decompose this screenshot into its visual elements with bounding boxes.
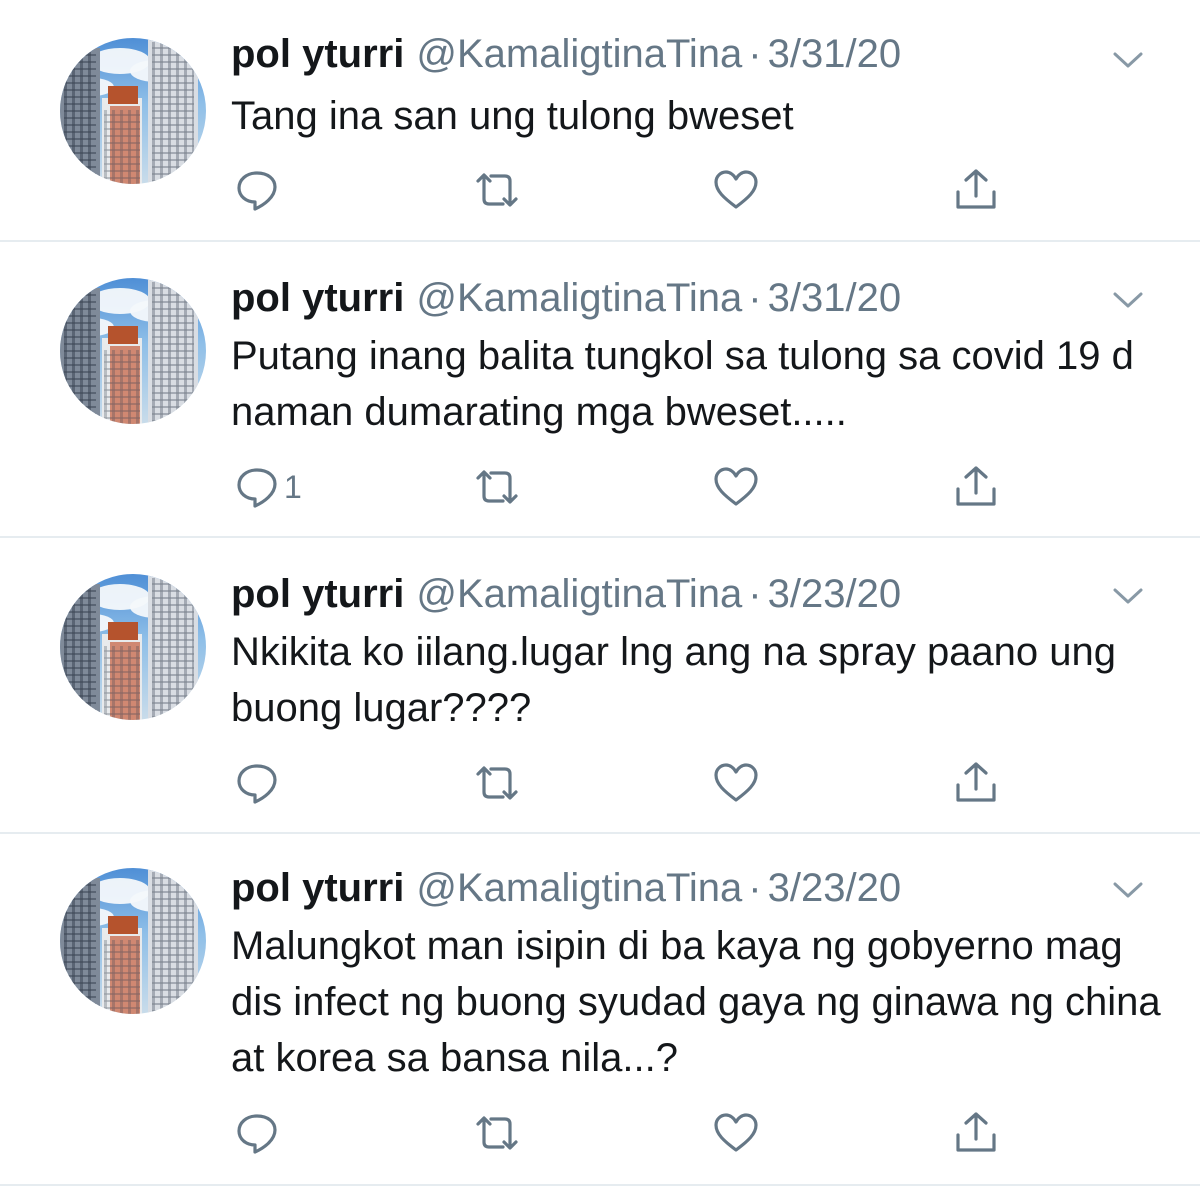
reply-button[interactable] bbox=[234, 758, 284, 808]
share-icon bbox=[952, 1110, 1000, 1156]
reply-icon bbox=[234, 464, 280, 510]
tweet-text: Nkikita ko iilang.lugar lng ang na spray… bbox=[231, 630, 1117, 730]
chevron-down-icon[interactable] bbox=[1112, 880, 1144, 900]
tweet[interactable]: pol yturri @KamaligtinaTina · 3/31/20 Putan… bbox=[0, 242, 1200, 538]
share-icon bbox=[952, 464, 1000, 510]
reply-button[interactable] bbox=[234, 165, 284, 215]
share-icon bbox=[952, 760, 1000, 806]
avatar[interactable] bbox=[60, 868, 206, 1014]
tweet-date[interactable]: 3/23/20 bbox=[768, 866, 901, 910]
retweet-icon bbox=[470, 464, 524, 510]
tweet-header: pol yturri @KamaligtinaTina · 3/31/20 bbox=[231, 274, 901, 322]
chevron-down-icon[interactable] bbox=[1112, 290, 1144, 310]
tweet-actions bbox=[0, 758, 1200, 808]
like-button[interactable] bbox=[712, 1108, 760, 1158]
like-icon bbox=[712, 1110, 760, 1156]
retweet-icon bbox=[470, 760, 524, 806]
tweet[interactable]: pol yturri @KamaligtinaTina · 3/23/20 Malun… bbox=[0, 834, 1200, 1186]
tweet-header: pol yturri @KamaligtinaTina · 3/31/20 bbox=[231, 30, 901, 78]
like-button[interactable] bbox=[712, 462, 760, 512]
tweet-header: pol yturri @KamaligtinaTina · 3/23/20 bbox=[231, 570, 901, 618]
avatar[interactable] bbox=[60, 38, 206, 184]
tweet-actions: 1 bbox=[0, 462, 1200, 512]
like-icon bbox=[712, 167, 760, 213]
reply-icon bbox=[234, 760, 280, 806]
chevron-down-icon[interactable] bbox=[1112, 586, 1144, 606]
separator-dot: · bbox=[748, 32, 762, 76]
tweet[interactable]: pol yturri @KamaligtinaTina · 3/23/20 Nkiki… bbox=[0, 538, 1200, 834]
user-handle[interactable]: @KamaligtinaTina bbox=[416, 572, 742, 616]
tweet-text: Tang ina san ung tulong bweset bbox=[231, 94, 794, 138]
share-button[interactable] bbox=[952, 165, 1000, 215]
separator-dot: · bbox=[748, 572, 762, 616]
share-button[interactable] bbox=[952, 758, 1000, 808]
reply-count: 1 bbox=[284, 468, 302, 505]
display-name[interactable]: pol yturri bbox=[231, 32, 404, 76]
avatar[interactable] bbox=[60, 574, 206, 720]
like-button[interactable] bbox=[712, 758, 760, 808]
retweet-button[interactable] bbox=[470, 758, 524, 808]
retweet-button[interactable] bbox=[470, 1108, 524, 1158]
tweet[interactable]: pol yturri @KamaligtinaTina · 3/31/20 Tang … bbox=[0, 0, 1200, 242]
display-name[interactable]: pol yturri bbox=[231, 276, 404, 320]
like-icon bbox=[712, 760, 760, 806]
display-name[interactable]: pol yturri bbox=[231, 866, 404, 910]
retweet-button[interactable] bbox=[470, 165, 524, 215]
reply-icon bbox=[234, 1110, 280, 1156]
user-handle[interactable]: @KamaligtinaTina bbox=[416, 276, 742, 320]
avatar[interactable] bbox=[60, 278, 206, 424]
tweet-actions bbox=[0, 1108, 1200, 1158]
tweet-date[interactable]: 3/31/20 bbox=[768, 32, 901, 76]
tweet-date[interactable]: 3/23/20 bbox=[768, 572, 901, 616]
share-button[interactable] bbox=[952, 1108, 1000, 1158]
separator-dot: · bbox=[748, 276, 762, 320]
tweet-actions bbox=[0, 165, 1200, 215]
display-name[interactable]: pol yturri bbox=[231, 572, 404, 616]
tweet-header: pol yturri @KamaligtinaTina · 3/23/20 bbox=[231, 864, 901, 912]
share-button[interactable] bbox=[952, 462, 1000, 512]
separator-dot: · bbox=[748, 866, 762, 910]
share-icon bbox=[952, 167, 1000, 213]
retweet-icon bbox=[470, 1110, 524, 1156]
tweet-text: Malungkot man isipin di ba kaya ng gobye… bbox=[231, 924, 1161, 1080]
user-handle[interactable]: @KamaligtinaTina bbox=[416, 866, 742, 910]
tweet-date[interactable]: 3/31/20 bbox=[768, 276, 901, 320]
tweet-text: Putang inang balita tungkol sa tulong sa… bbox=[231, 334, 1134, 434]
like-button[interactable] bbox=[712, 165, 760, 215]
reply-button[interactable] bbox=[234, 1108, 284, 1158]
reply-icon bbox=[234, 167, 280, 213]
user-handle[interactable]: @KamaligtinaTina bbox=[416, 32, 742, 76]
retweet-icon bbox=[470, 167, 524, 213]
chevron-down-icon[interactable] bbox=[1112, 50, 1144, 70]
retweet-button[interactable] bbox=[470, 462, 524, 512]
like-icon bbox=[712, 464, 760, 510]
reply-button[interactable]: 1 bbox=[234, 462, 302, 512]
